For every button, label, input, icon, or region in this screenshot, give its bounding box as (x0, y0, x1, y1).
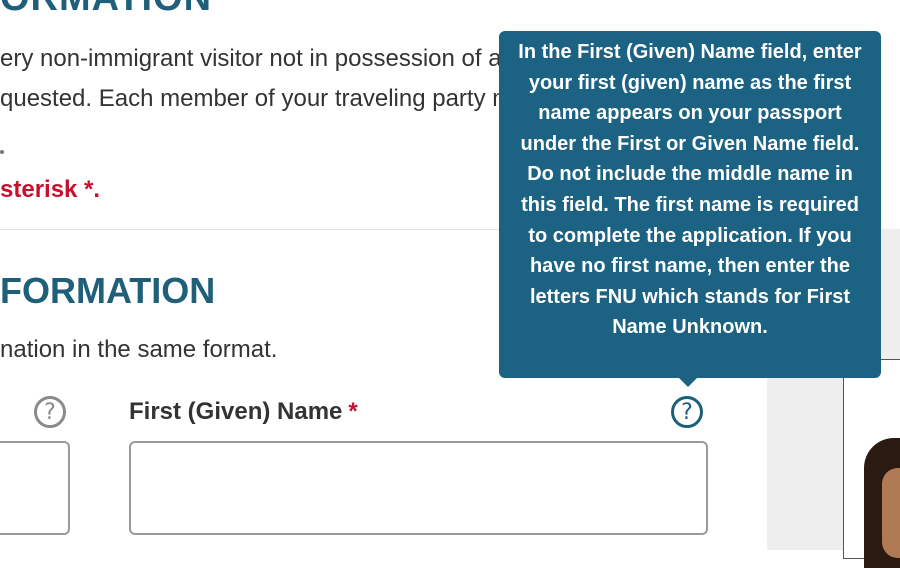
bullet-dot (0, 150, 4, 154)
section-instructions: nation in the same format. (0, 336, 278, 363)
first-name-help-tooltip: In the First (Given) Name field, enter y… (499, 31, 881, 378)
required-asterisk: * (348, 398, 358, 425)
first-name-input[interactable] (129, 441, 708, 535)
help-question-icon[interactable]: ? (34, 396, 66, 428)
required-fields-note: sterisk *. (0, 176, 101, 203)
page-heading: ORMATION (0, 0, 290, 18)
section-heading: FORMATION (0, 270, 216, 311)
first-name-label: First (Given) Name * (129, 398, 358, 426)
previous-field-input[interactable] (0, 441, 70, 535)
first-name-label-text: First (Given) Name (129, 398, 343, 425)
tooltip-arrow (678, 377, 698, 387)
first-name-help-icon[interactable]: ? (671, 396, 703, 428)
photo-example-face (882, 468, 900, 558)
